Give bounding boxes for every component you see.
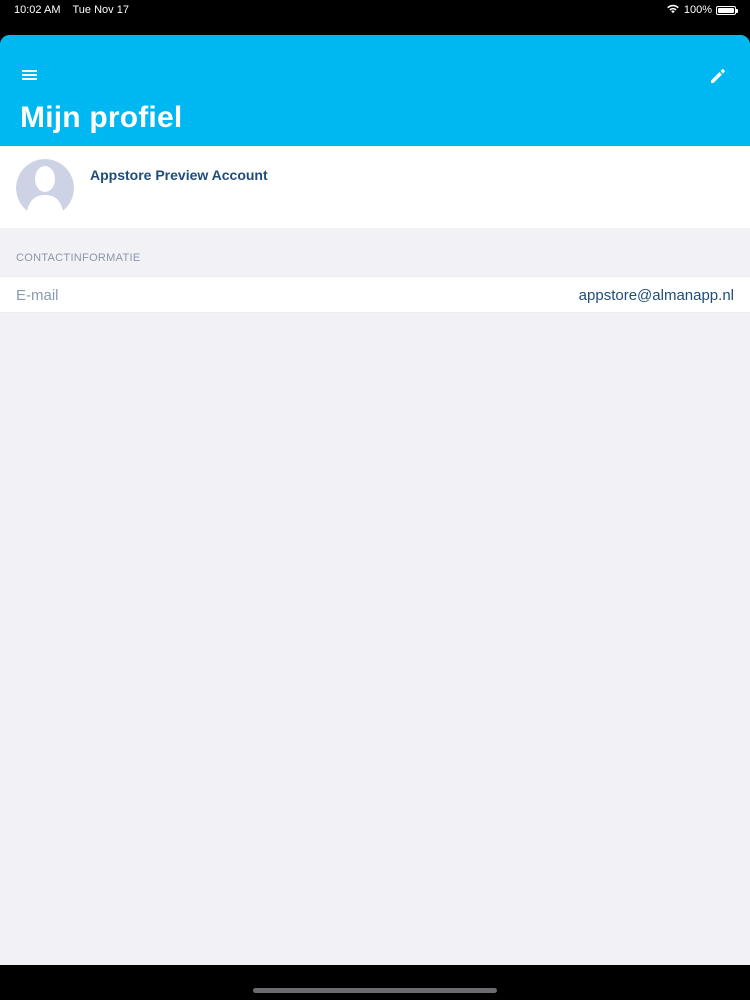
battery-level-fill <box>718 7 734 13</box>
home-indicator[interactable] <box>253 988 497 993</box>
battery-tip <box>736 8 738 13</box>
battery-percent: 100% <box>683 4 712 16</box>
profile-card[interactable]: Appstore Preview Account <box>0 146 750 228</box>
pencil-icon[interactable] <box>708 66 728 86</box>
battery-icon <box>716 5 738 15</box>
status-date: Tue Nov 17 <box>72 4 129 16</box>
wifi-icon <box>666 3 680 17</box>
device-screen: 10:02 AM Tue Nov 17 100% Mijn profiel Ap… <box>0 0 750 1000</box>
status-bar: 10:02 AM Tue Nov 17 100% <box>0 0 750 22</box>
hamburger-menu-icon[interactable] <box>20 67 40 83</box>
status-time: 10:02 AM <box>14 4 61 16</box>
header: Mijn profiel <box>0 35 750 146</box>
email-value[interactable]: appstore@almanapp.nl <box>579 287 734 304</box>
email-label: E-mail <box>16 287 59 304</box>
status-bar-right: 100% <box>666 3 738 17</box>
email-row[interactable]: E-mail appstore@almanapp.nl <box>0 276 750 313</box>
status-bar-left: 10:02 AM Tue Nov 17 <box>14 4 129 16</box>
app-window: Mijn profiel Appstore Preview Account CO… <box>0 35 750 965</box>
section-header-contact: CONTACTINFORMATIE <box>16 252 141 264</box>
page-title: Mijn profiel <box>20 101 183 134</box>
avatar-placeholder-icon <box>16 159 74 217</box>
account-name: Appstore Preview Account <box>90 167 268 183</box>
